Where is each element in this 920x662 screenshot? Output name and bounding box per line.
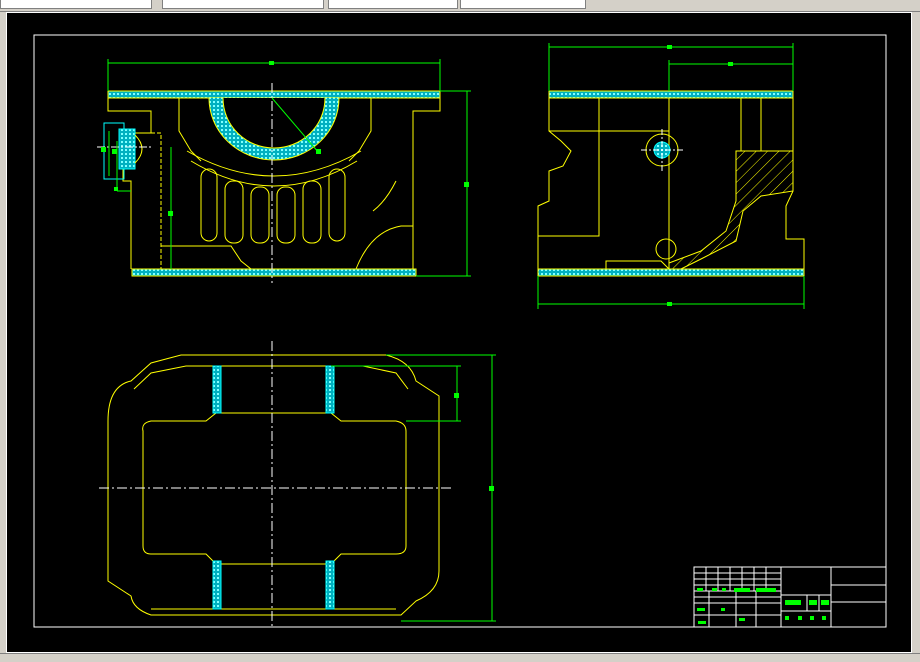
side-base: [537, 268, 805, 277]
lineweight-dropdown[interactable]: [460, 0, 586, 9]
layer-dropdown[interactable]: [0, 0, 152, 9]
linetype-dropdown[interactable]: [328, 0, 458, 9]
side-left-outline: [537, 98, 572, 269]
drawing-svg: [33, 34, 887, 629]
front-left-web: [178, 98, 202, 162]
side-hatched-section: [668, 150, 794, 270]
front-top-flange: [107, 90, 441, 99]
top-dimensions: [99, 341, 496, 629]
front-base: [131, 268, 417, 277]
front-left-hidden: [151, 132, 162, 269]
front-boss-curve: [134, 134, 143, 164]
side-foot: [605, 260, 670, 270]
title-block: [693, 566, 887, 628]
title-block-markers: [697, 588, 829, 624]
front-lower-left: [161, 245, 252, 270]
side-view: [537, 90, 805, 277]
front-right-outline: [412, 98, 441, 269]
side-pocket: [740, 98, 762, 152]
side-lower-boss: [655, 238, 677, 260]
top-section-2: [325, 365, 335, 414]
front-rib-pockets: [200, 168, 346, 244]
top-section-1: [212, 365, 222, 414]
side-top-flange: [548, 90, 794, 99]
color-dropdown[interactable]: [162, 0, 324, 9]
front-right-curve: [372, 180, 397, 212]
front-lower-right: [355, 225, 413, 270]
drawing-frame: [33, 34, 887, 628]
top-section-3: [212, 560, 222, 610]
top-section-4: [325, 560, 335, 610]
drawing-canvas[interactable]: [6, 12, 912, 653]
front-boss-section: [118, 128, 136, 170]
top-view: [107, 354, 440, 616]
toolbar: [0, 0, 920, 12]
front-left-outline: [107, 98, 152, 269]
top-dim-markers: [454, 393, 494, 491]
top-outer-outline: [107, 354, 440, 616]
side-inner-left: [538, 98, 600, 237]
